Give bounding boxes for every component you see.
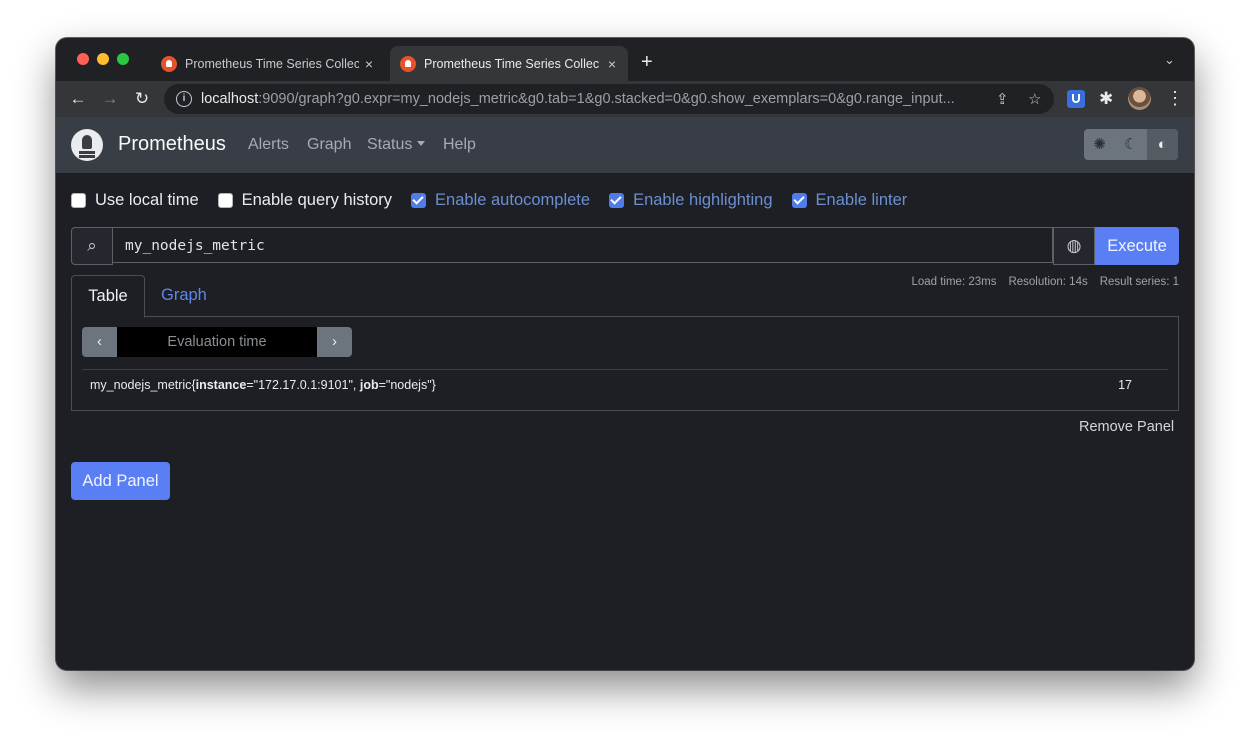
maximize-window-button[interactable]	[117, 53, 129, 65]
metrics-explorer-globe-icon[interactable]: ◍	[1053, 227, 1095, 265]
option-label: Enable query history	[241, 190, 393, 209]
browser-tab-1[interactable]: Prometheus Time Series Collec ×	[151, 46, 385, 81]
url-text[interactable]: localhost:9090/graph?g0.expr=my_nodejs_m…	[201, 91, 1001, 107]
option-label: Enable autocomplete	[435, 190, 591, 209]
option-use-local-time[interactable]: Use local time	[71, 191, 199, 210]
result-series: Result series: 1	[1099, 276, 1179, 288]
option-enable-query-history[interactable]: Enable query history	[217, 190, 393, 210]
option-label: Enable highlighting	[633, 190, 773, 209]
extensions-puzzle-icon[interactable]: ✱	[1099, 90, 1117, 108]
bookmark-star-icon[interactable]: ☆	[1028, 90, 1041, 108]
theme-toggle-group: ✺ ☾ ◐	[1084, 129, 1178, 160]
browser-menu-icon[interactable]: ⋮	[1166, 88, 1184, 109]
tab-close-icon[interactable]: ×	[359, 56, 379, 72]
tab-graph[interactable]: Graph	[161, 275, 207, 316]
tab-title: Prometheus Time Series Collec	[424, 56, 600, 71]
reload-icon[interactable]: ↻	[130, 87, 154, 111]
dark-theme-icon[interactable]: ☾	[1115, 129, 1146, 160]
option-enable-linter[interactable]: Enable linter	[791, 190, 908, 210]
profile-avatar[interactable]	[1128, 87, 1151, 110]
table-row: my_nodejs_metric{instance="172.17.0.1:91…	[82, 369, 1168, 400]
bitwarden-extension-icon[interactable]	[1067, 90, 1085, 108]
forward-arrow-icon[interactable]: →	[98, 87, 122, 111]
checkbox[interactable]	[71, 192, 86, 208]
back-arrow-icon[interactable]: ←	[66, 87, 90, 111]
tab-close-icon[interactable]: ×	[602, 56, 622, 72]
remove-panel-button[interactable]: Remove Panel	[1079, 419, 1174, 435]
prev-time-button[interactable]: ‹	[82, 327, 117, 357]
tab-title: Prometheus Time Series Collec	[185, 56, 359, 71]
browser-toolbar: ← → ↻ i localhost:9090/graph?g0.expr=my_…	[56, 81, 1194, 117]
next-time-button[interactable]: ›	[317, 327, 352, 357]
execute-button[interactable]: Execute	[1095, 227, 1179, 265]
option-enable-autocomplete[interactable]: Enable autocomplete	[411, 191, 590, 210]
option-label: Enable linter	[815, 190, 908, 209]
browser-tab-2[interactable]: Prometheus Time Series Collec ×	[390, 46, 628, 81]
close-window-button[interactable]	[77, 53, 89, 65]
prometheus-logo-icon[interactable]	[71, 129, 103, 161]
browser-default-theme-icon[interactable]: ◐	[1146, 129, 1178, 160]
nav-alerts[interactable]: Alerts	[248, 136, 289, 154]
tab-strip: Prometheus Time Series Collec × Promethe…	[56, 38, 1194, 81]
light-theme-icon[interactable]: ✺	[1084, 129, 1115, 160]
nav-help[interactable]: Help	[443, 136, 476, 154]
query-stats: Load time: 23ms Resolution: 14s Result s…	[911, 276, 1179, 288]
table-panel: ‹ Evaluation time › my_nodejs_metric{ins…	[71, 316, 1179, 411]
checkbox[interactable]	[791, 192, 807, 208]
minimize-window-button[interactable]	[97, 53, 109, 65]
prometheus-favicon-icon	[400, 55, 416, 72]
option-label: Use local time	[95, 190, 199, 209]
checkbox[interactable]	[609, 192, 625, 208]
nav-status-dropdown[interactable]: Status	[367, 136, 425, 154]
address-bar[interactable]: i localhost:9090/graph?g0.expr=my_nodejs…	[164, 84, 1054, 114]
expression-input[interactable]: my_nodejs_metric	[113, 227, 1053, 263]
option-enable-highlighting[interactable]: Enable highlighting	[609, 190, 773, 210]
series-labels: my_nodejs_metric{instance="172.17.0.1:91…	[90, 378, 436, 392]
resolution: Resolution: 14s	[1008, 276, 1088, 288]
brand-title[interactable]: Prometheus	[118, 133, 226, 156]
tab-search-chevron-icon[interactable]: ⌄	[1164, 52, 1175, 68]
nav-graph[interactable]: Graph	[307, 136, 351, 154]
tab-table[interactable]: Table	[71, 275, 145, 318]
evaluation-time-picker: ‹ Evaluation time ›	[82, 327, 352, 357]
evaluation-time-input[interactable]: Evaluation time	[117, 327, 317, 357]
add-panel-button[interactable]: Add Panel	[71, 462, 170, 500]
load-time: Load time: 23ms	[911, 276, 997, 288]
prometheus-favicon-icon	[161, 55, 177, 72]
site-info-icon[interactable]: i	[176, 91, 192, 107]
expression-row: ⌕ my_nodejs_metric ◍ Execute	[71, 227, 1179, 265]
query-options: Use local time Enable query history Enab…	[71, 189, 926, 211]
checkbox[interactable]	[217, 192, 233, 208]
new-tab-button[interactable]: +	[641, 52, 653, 72]
share-icon[interactable]: ⇪	[996, 90, 1009, 108]
checkbox[interactable]	[411, 192, 427, 208]
search-icon: ⌕	[71, 227, 113, 265]
series-value: 17	[1118, 378, 1132, 392]
prometheus-navbar: Prometheus Alerts Graph Status Help ✺ ☾ …	[56, 117, 1194, 173]
browser-window: Prometheus Time Series Collec × Promethe…	[56, 38, 1194, 670]
